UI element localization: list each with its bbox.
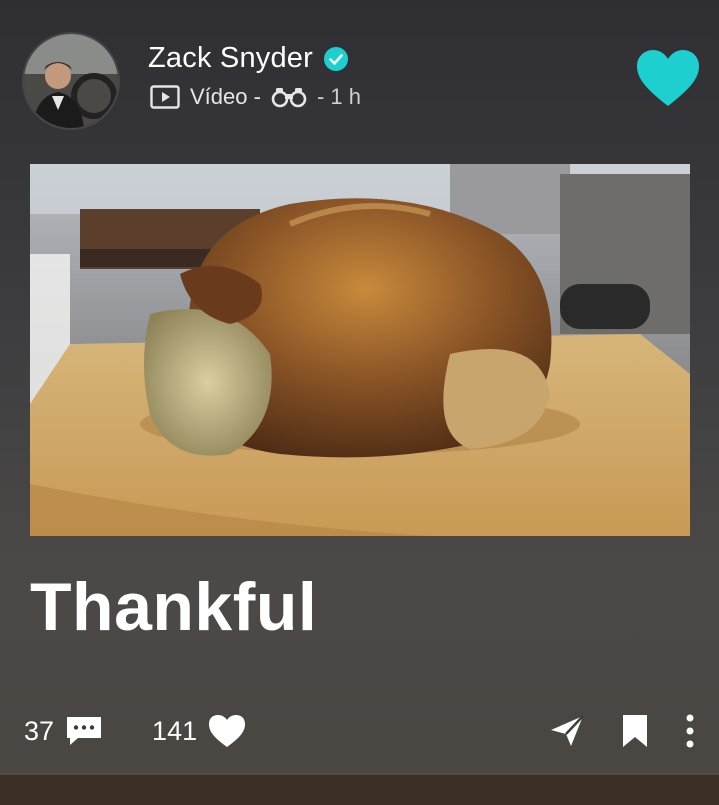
send-icon[interactable]: [549, 714, 585, 748]
author-row: Zack Snyder: [148, 42, 349, 75]
comments-count: 37: [24, 715, 55, 746]
binoculars-icon: [271, 88, 307, 108]
media-type-label: Vídeo -: [190, 84, 261, 109]
bookmark-icon[interactable]: [621, 713, 649, 749]
post-actions-bar: 37 141: [24, 706, 695, 756]
next-post-edge: [0, 773, 719, 805]
post-actions: [549, 713, 695, 749]
likes-count: 141: [152, 715, 198, 746]
video-play-icon: [150, 85, 180, 109]
comment-bubble-icon: [67, 717, 102, 745]
more-vertical-icon[interactable]: [685, 713, 695, 749]
avatar[interactable]: [24, 34, 118, 128]
post-time: - 1 h: [316, 84, 361, 109]
likes-stat[interactable]: 141: [152, 713, 247, 749]
heart-icon: [209, 715, 246, 747]
post-caption: Thankful: [30, 569, 318, 645]
heart-icon[interactable]: [635, 48, 701, 108]
verified-check-icon: [324, 46, 348, 71]
comments-stat[interactable]: 37: [24, 714, 104, 748]
author-name[interactable]: Zack Snyder: [148, 42, 313, 75]
post-video-thumbnail[interactable]: [30, 164, 690, 536]
post-meta: Vídeo - - 1 h: [150, 84, 361, 110]
